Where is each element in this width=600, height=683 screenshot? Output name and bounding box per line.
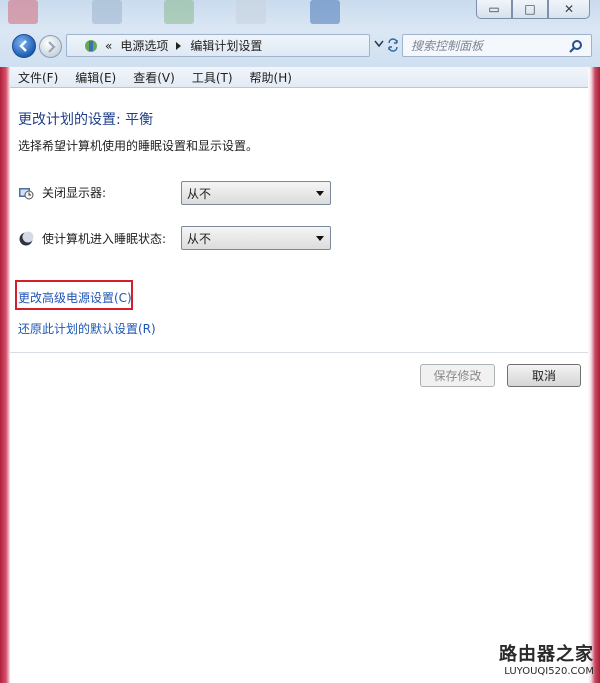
- highlight-box: [15, 280, 133, 310]
- desktop-icon-ghost: [310, 0, 340, 24]
- divider: [10, 352, 588, 353]
- sleep-moon-icon: [19, 231, 34, 245]
- content-pane: 更改计划的设置: 平衡 选择希望计算机使用的睡眠设置和显示设置。 关闭显示器: …: [10, 89, 588, 683]
- search-box[interactable]: 搜索控制面板: [402, 34, 592, 57]
- save-changes-button[interactable]: 保存修改: [420, 364, 495, 387]
- forward-button[interactable]: [39, 35, 62, 58]
- desktop-icon-ghost: [8, 0, 38, 24]
- control-panel-icon: [85, 39, 97, 52]
- display-off-select[interactable]: 从不: [181, 181, 331, 205]
- back-arrow-icon: [19, 40, 27, 52]
- desktop-icon-ghost: [164, 0, 194, 24]
- monitor-icon: [19, 187, 34, 199]
- page-subtitle: 选择希望计算机使用的睡眠设置和显示设置。: [18, 139, 259, 153]
- address-overflow[interactable]: «: [105, 39, 112, 53]
- forward-arrow-icon: [47, 40, 56, 53]
- page-title: 更改计划的设置: 平衡: [18, 112, 154, 128]
- menu-view[interactable]: 查看(V): [133, 69, 175, 86]
- search-input[interactable]: 搜索控制面板: [411, 37, 483, 54]
- back-button[interactable]: [12, 34, 36, 58]
- cancel-button[interactable]: 取消: [507, 364, 581, 387]
- menu-file[interactable]: 文件(F): [18, 69, 58, 86]
- window-chrome: ▭ □ ✕ « 电源选项 编辑计划设置 搜索控制面板: [0, 0, 600, 67]
- menu-help[interactable]: 帮助(H): [250, 69, 292, 86]
- setting-row-sleep: 使计算机进入睡眠状态:: [18, 230, 180, 247]
- address-dropdown-icon[interactable]: [374, 40, 384, 48]
- maximize-button[interactable]: □: [512, 0, 548, 19]
- display-off-label: 关闭显示器:: [42, 186, 107, 200]
- watermark-cn: 路由器之家: [499, 644, 594, 665]
- sleep-value: 从不: [187, 231, 212, 246]
- menu-bar: 文件(F) 编辑(E) 查看(V) 工具(T) 帮助(H): [10, 67, 588, 88]
- menu-edit[interactable]: 编辑(E): [75, 69, 116, 86]
- desktop-icon-ghost: [236, 0, 266, 24]
- setting-row-display: 关闭显示器:: [18, 184, 180, 201]
- desktop-icon-ghost: [92, 0, 122, 24]
- watermark-en: LUYOUQI520.COM: [504, 666, 594, 677]
- address-bar[interactable]: « 电源选项 编辑计划设置: [66, 34, 370, 57]
- sleep-select[interactable]: 从不: [181, 226, 331, 250]
- breadcrumb-arrow-icon[interactable]: [176, 41, 182, 50]
- minimize-button[interactable]: ▭: [476, 0, 512, 19]
- display-off-value: 从不: [187, 186, 212, 201]
- breadcrumb-power-options[interactable]: 电源选项: [120, 37, 168, 54]
- search-icon[interactable]: [569, 39, 583, 53]
- breadcrumb-edit-plan[interactable]: 编辑计划设置: [190, 37, 262, 54]
- menu-tools[interactable]: 工具(T): [192, 69, 233, 86]
- dropdown-arrow-icon: [316, 236, 324, 241]
- refresh-icon[interactable]: [386, 38, 400, 52]
- dropdown-arrow-icon: [316, 191, 324, 196]
- sleep-label: 使计算机进入睡眠状态:: [42, 232, 167, 246]
- site-watermark: 路由器之家 LUYOUQI520.COM: [499, 640, 594, 677]
- close-button[interactable]: ✕: [548, 0, 590, 19]
- restore-defaults-link[interactable]: 还原此计划的默认设置(R): [18, 320, 156, 337]
